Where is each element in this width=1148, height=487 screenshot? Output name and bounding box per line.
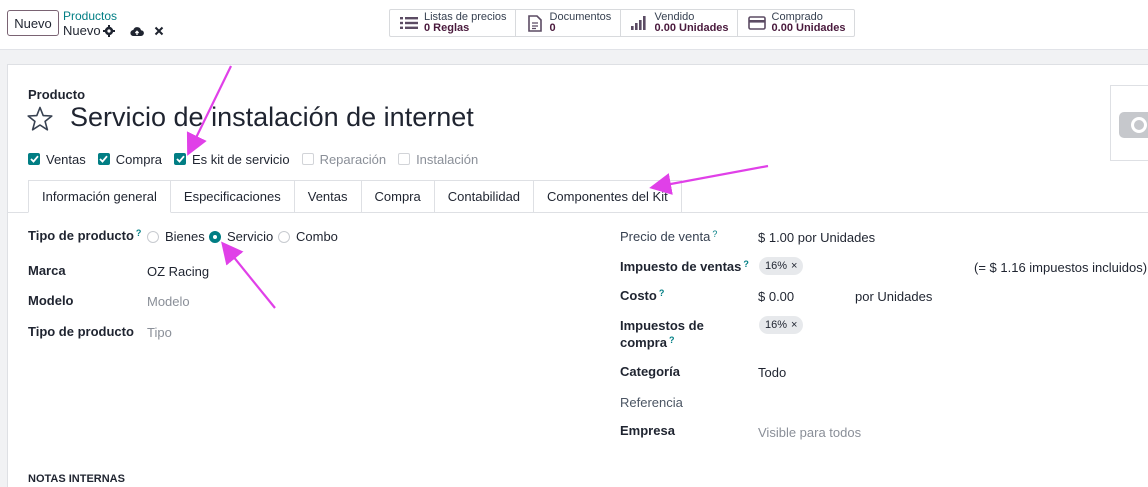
model-field[interactable]: Modelo (147, 294, 190, 309)
cost-field[interactable]: $ 0.00 (758, 289, 794, 304)
list-icon (398, 14, 420, 32)
tab-especificaciones[interactable]: Especificaciones (170, 180, 295, 213)
tag-label: 16% (765, 260, 788, 272)
bar-chart-icon (629, 14, 651, 32)
smart-label: Documentos (549, 11, 612, 23)
brand-field[interactable]: OZ Racing (147, 264, 209, 279)
control-panel: Nuevo Productos Nuevo Listas de precios 0… (0, 0, 1148, 50)
product-type-label: Tipo de producto? (28, 228, 141, 243)
cloud-upload-icon[interactable] (130, 24, 144, 38)
purchased-button[interactable]: Comprado 0.00 Unidades (738, 10, 854, 36)
help-icon[interactable]: ? (136, 228, 142, 238)
radio-combo[interactable]: Combo (278, 229, 338, 244)
help-icon[interactable]: ? (743, 259, 749, 269)
document-icon (524, 14, 546, 32)
checkbox-checked-icon[interactable] (97, 153, 110, 165)
option-label: Reparación (319, 151, 387, 167)
product-type-label-text: Tipo de producto (28, 228, 134, 243)
purchase-tax-label-line2: compra? (620, 335, 674, 350)
purchase-tax-label-text: compra (620, 335, 667, 350)
cost-label-text: Costo (620, 288, 657, 303)
tab-compra[interactable]: Compra (361, 180, 435, 213)
form-sheet: Producto Servicio de instalación de inte… (7, 64, 1148, 487)
notebook-tabs: Información general Especificaciones Ven… (28, 180, 682, 213)
option-reparacion[interactable]: Reparación (301, 151, 387, 167)
checkbox-unchecked-icon[interactable] (301, 153, 314, 165)
option-label: Instalación (416, 151, 479, 167)
internal-notes-heading: NOTAS INTERNAS (28, 473, 125, 485)
purchase-tax-label-line1: Impuestos de (620, 318, 704, 333)
pricelists-button[interactable]: Listas de precios 0 Reglas (390, 10, 516, 36)
option-compra[interactable]: Compra (97, 151, 163, 167)
sheet-label: Producto (28, 87, 86, 102)
product-options: Ventas Compra Es kit de servicio Reparac… (28, 151, 490, 167)
radio-label: Servicio (227, 229, 274, 244)
type-field[interactable]: Tipo (147, 325, 172, 340)
option-label: Compra (115, 151, 163, 167)
discard-icon[interactable] (152, 24, 166, 38)
help-icon[interactable]: ? (712, 229, 717, 239)
help-icon[interactable]: ? (669, 335, 675, 345)
product-name-input[interactable]: Servicio de instalación de internet (70, 102, 474, 133)
radio-label: Combo (296, 229, 338, 244)
favorite-star-icon[interactable] (26, 105, 54, 133)
reference-label: Referencia (620, 395, 683, 410)
breadcrumb-current: Nuevo (63, 23, 101, 38)
checkbox-checked-icon[interactable] (174, 153, 187, 165)
smart-value: 0.00 Unidades (771, 22, 846, 34)
sold-button[interactable]: Vendido 0.00 Unidades (621, 10, 738, 36)
tab-contabilidad[interactable]: Contabilidad (434, 180, 535, 213)
checkbox-unchecked-icon[interactable] (398, 153, 411, 165)
company-label: Empresa (620, 423, 675, 438)
remove-tag-icon[interactable]: × (791, 319, 797, 331)
tab-informacion-general[interactable]: Información general (28, 180, 171, 213)
help-icon[interactable]: ? (659, 288, 665, 298)
option-ventas[interactable]: Ventas (28, 152, 86, 167)
smart-buttons: Listas de precios 0 Reglas Documentos 0 Ve… (389, 9, 855, 37)
option-instalacion[interactable]: Instalación (398, 152, 478, 167)
product-image-placeholder[interactable] (1110, 85, 1148, 161)
radio-unselected-icon[interactable] (278, 230, 290, 243)
cost-unit: por Unidades (855, 289, 933, 304)
credit-card-icon (746, 14, 768, 32)
remove-tag-icon[interactable]: × (791, 260, 797, 272)
radio-selected-icon[interactable] (209, 230, 221, 243)
radio-unselected-icon[interactable] (147, 230, 159, 243)
purchase-tax-tag[interactable]: 16% × (759, 316, 804, 334)
tab-componentes-kit[interactable]: Componentes del Kit (534, 180, 682, 213)
documents-button[interactable]: Documentos 0 (516, 10, 621, 36)
option-label: Es kit de servicio (192, 151, 290, 167)
sales-tax-tag[interactable]: 16% × (759, 257, 804, 275)
category-field[interactable]: Todo (758, 365, 786, 380)
cost-label: Costo? (620, 288, 664, 303)
model-label: Modelo (28, 293, 74, 308)
sales-tax-label-text: Impuesto de ventas (620, 259, 742, 274)
breadcrumb-productos[interactable]: Productos (63, 9, 117, 23)
new-button[interactable]: Nuevo (7, 10, 59, 36)
sale-price-label: Precio de venta? (620, 229, 717, 244)
sales-tax-label: Impuesto de ventas? (620, 259, 749, 274)
checkbox-checked-icon[interactable] (28, 153, 40, 165)
brand-label: Marca (28, 263, 66, 278)
smart-value: 0 Reglas (424, 22, 470, 34)
radio-label: Bienes (165, 229, 205, 244)
category-label: Categoría (620, 364, 680, 379)
radio-bienes[interactable]: Bienes (147, 229, 205, 244)
type-label: Tipo de producto (28, 324, 134, 339)
radio-servicio[interactable]: Servicio (209, 229, 273, 244)
sale-price-label-text: Precio de venta (620, 229, 711, 244)
smart-value: 0 (549, 22, 556, 34)
option-kit-servicio[interactable]: Es kit de servicio (174, 152, 290, 167)
tag-label: 16% (765, 319, 788, 331)
smart-value: 0.00 Unidades (654, 22, 729, 34)
gear-icon[interactable] (102, 24, 116, 38)
sale-price-field[interactable]: $ 1.00 por Unidades (758, 230, 875, 245)
option-label: Ventas (46, 151, 86, 167)
tab-ventas[interactable]: Ventas (294, 180, 362, 213)
tax-included-note: (= $ 1.16 impuestos incluidos) (974, 260, 1148, 275)
company-field[interactable]: Visible para todos (758, 425, 861, 440)
